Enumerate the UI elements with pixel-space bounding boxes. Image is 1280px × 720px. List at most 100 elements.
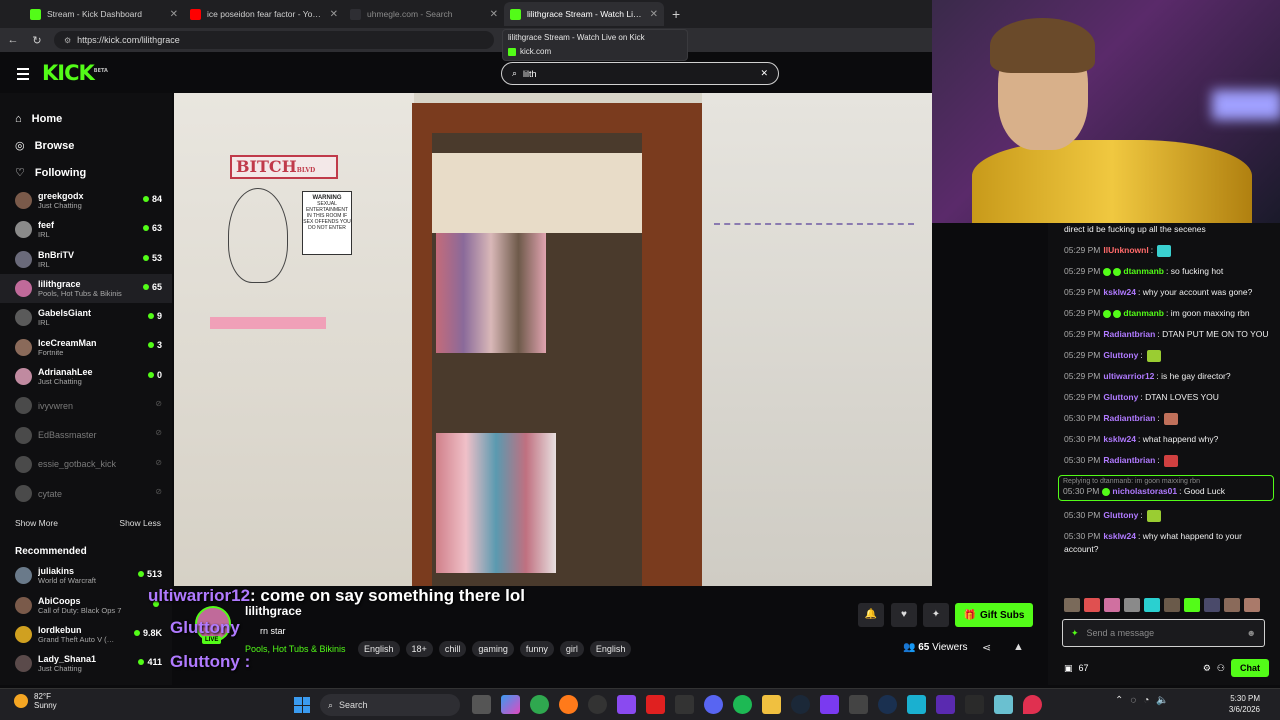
sidebar-channel-greekgodx[interactable]: greekgodx Just Chatting 84 — [0, 186, 172, 215]
emoji-icon[interactable]: ☻ — [1247, 628, 1256, 638]
message-username[interactable]: Radiantbrian — [1103, 413, 1155, 423]
browser-tab[interactable]: Stream - Kick Dashboard ✕ — [24, 2, 184, 26]
volume-icon[interactable]: 🔈 — [1156, 695, 1168, 706]
editor-icon[interactable] — [820, 695, 839, 714]
message-username[interactable]: IlUnknownl — [1103, 245, 1148, 255]
message-username[interactable]: ksklw24 — [1103, 531, 1136, 541]
copilot-icon[interactable] — [501, 695, 520, 714]
steam-icon[interactable] — [791, 695, 810, 714]
discord-icon[interactable] — [704, 695, 723, 714]
back-arrow-icon[interactable]: ← — [6, 34, 20, 46]
explorer-icon[interactable] — [762, 695, 781, 714]
app-icon[interactable] — [907, 695, 926, 714]
sidebar-channel-feef[interactable]: feef IRL 63 — [0, 215, 172, 244]
new-tab-icon[interactable]: + — [672, 6, 680, 22]
stream-tag[interactable]: funny — [519, 641, 554, 657]
emote-icon[interactable] — [1124, 598, 1140, 612]
stream-category[interactable]: Pools, Hot Tubs & Bikinis — [245, 644, 346, 654]
emote-icon[interactable] — [1164, 598, 1180, 612]
recommended-channel[interactable]: lordkebun Grand Theft Auto V (… 9.8K — [0, 620, 172, 649]
emote-icon[interactable] — [1104, 598, 1120, 612]
sidebar-channel-offline[interactable]: essie_gotback_kick ⊘ — [0, 450, 172, 479]
reload-icon[interactable]: ↻ — [30, 34, 44, 47]
message-username[interactable]: Gluttony — [1103, 350, 1138, 360]
sidebar-channel-icecreamman[interactable]: IceCreamMan Fortnite 3 — [0, 332, 172, 361]
sidebar-channel-lilithgrace[interactable]: lilithgrace Pools, Hot Tubs & Bikinis 65 — [0, 273, 172, 304]
twitch-icon[interactable] — [617, 695, 636, 714]
weather-widget[interactable]: 82°F Sunny — [14, 692, 57, 710]
browser-tab[interactable]: ice poseidon fear factor - YouTube ✕ — [184, 2, 344, 26]
windows-start-icon[interactable] — [294, 697, 310, 713]
chat-input[interactable]: ✦ Send a message ☻ — [1062, 619, 1265, 647]
show-more-button[interactable]: Show More — [15, 518, 58, 536]
users-icon[interactable]: ⚇ — [1217, 663, 1225, 674]
browser-tab[interactable]: uhmegle.com - Search ✕ — [344, 2, 504, 26]
task-view-icon[interactable] — [472, 695, 491, 714]
stream-tag[interactable]: gaming — [472, 641, 514, 657]
message-username[interactable]: dtanmanb — [1123, 308, 1164, 318]
app-icon[interactable] — [878, 695, 897, 714]
close-tab-icon[interactable]: ✕ — [330, 9, 338, 20]
search-input[interactable]: ⌕ lilth ✕ — [501, 62, 779, 85]
emote-icon[interactable] — [1204, 598, 1220, 612]
recommended-channel[interactable]: Lady_Shana1 Just Chatting 411 — [0, 649, 172, 678]
nav-following[interactable]: ♡ Following — [15, 159, 172, 186]
stream-tag[interactable]: 18+ — [405, 641, 433, 657]
sidebar-channel-offline[interactable]: EdBassmaster ⊘ — [0, 420, 172, 449]
emote-icon[interactable] — [1084, 598, 1100, 612]
message-username[interactable]: Gluttony — [1103, 510, 1138, 520]
sidebar-channel-offline[interactable]: ivyvwren ⊘ — [0, 391, 172, 420]
browser-tab-active[interactable]: lilithgrace Stream - Watch Live on ✕ — [504, 2, 664, 26]
clear-search-icon[interactable]: ✕ — [760, 68, 768, 79]
taskbar-clock[interactable]: 5:30 PM 3/6/2026 — [1216, 693, 1260, 715]
nav-home[interactable]: ⌂ Home — [15, 105, 172, 132]
message-username[interactable]: dtanmanb — [1123, 266, 1164, 276]
nav-browse[interactable]: ◎ Browse — [15, 132, 172, 159]
message-username[interactable]: Gluttony — [1103, 392, 1138, 402]
spotify-icon[interactable] — [733, 695, 752, 714]
sidebar-channel-bnbritv[interactable]: BnBriTV IRL 53 — [0, 245, 172, 274]
chrome-icon[interactable] — [530, 695, 549, 714]
recommended-channel[interactable]: juliakins World of Warcraft 513 — [0, 561, 172, 590]
close-tab-icon[interactable]: ✕ — [650, 9, 658, 20]
message-username[interactable]: Radiantbrian — [1103, 329, 1155, 339]
emote-icon[interactable] — [1184, 598, 1200, 612]
maps-pin-icon[interactable] — [1023, 695, 1042, 714]
video-player[interactable]: BITCHBLVD WARNING SEXUAL ENTERTAINMENT IN… — [174, 93, 932, 586]
sidebar-channel-adrianahlee[interactable]: AdrianahLee Just Chatting 0 — [0, 362, 172, 391]
close-tab-icon[interactable]: ✕ — [490, 9, 498, 20]
recommended-channel[interactable]: AbiCoops Call of Duty: Black Ops 7 — [0, 591, 172, 620]
stream-tag[interactable]: English — [589, 641, 632, 657]
message-username[interactable]: ultiwarrior12 — [1103, 371, 1154, 381]
wifi-icon[interactable]: ◔ — [1143, 695, 1149, 706]
app-icon[interactable] — [965, 695, 984, 714]
emote-icon[interactable] — [1064, 598, 1080, 612]
message-username[interactable]: ksklw24 — [1103, 287, 1136, 297]
kick-logo[interactable]: KICKBETA — [42, 61, 108, 85]
settings-gear-icon[interactable]: ⚙ — [1203, 663, 1211, 674]
show-less-button[interactable]: Show Less — [119, 518, 161, 536]
share-icon[interactable]: ⋖ — [982, 641, 991, 654]
recommended-channel[interactable]: schneckyirl1.3K — [0, 678, 172, 685]
site-info-icon[interactable]: ⚙ — [64, 36, 71, 45]
emote-icon[interactable] — [1244, 598, 1260, 612]
url-field[interactable]: ⚙ https://kick.com/lilithgrace — [54, 31, 494, 49]
message-username[interactable]: ksklw24 — [1103, 434, 1136, 444]
vlc-icon[interactable] — [849, 695, 868, 714]
firefox-icon[interactable] — [559, 695, 578, 714]
emote-icon[interactable] — [1144, 598, 1160, 612]
app-icon[interactable] — [994, 695, 1013, 714]
close-tab-icon[interactable]: ✕ — [170, 9, 178, 20]
sidebar-channel-offline[interactable]: cytate ⊘ — [0, 479, 172, 508]
message-username[interactable]: Radiantbrian — [1103, 455, 1155, 465]
music-icon[interactable] — [675, 695, 694, 714]
follow-heart-icon[interactable]: ♥ — [891, 603, 917, 627]
menu-icon[interactable] — [17, 68, 29, 83]
message-username[interactable]: nicholastoras01 — [1112, 486, 1177, 496]
chat-send-button[interactable]: Chat — [1231, 659, 1269, 677]
network-icon[interactable]: ◌ — [1130, 695, 1136, 706]
chevron-up-icon[interactable]: ⌃ — [1115, 695, 1123, 706]
stream-tag[interactable]: English — [358, 641, 400, 657]
taskbar-search[interactable]: ⌕ Search — [320, 694, 460, 716]
stream-tag[interactable]: chill — [438, 641, 467, 657]
